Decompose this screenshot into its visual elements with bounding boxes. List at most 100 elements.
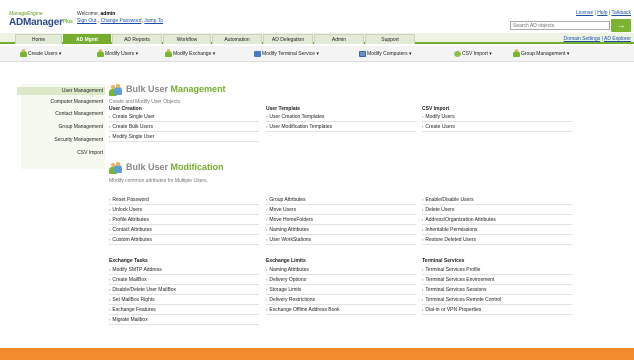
talkback-link[interactable]: Talkback bbox=[612, 10, 631, 16]
tab-automation[interactable]: Automation bbox=[212, 34, 262, 44]
exchange-limits-list: Naming Attributes Delivery Options Stora… bbox=[266, 265, 416, 315]
list-item[interactable]: Dial-in or VPN Properties bbox=[422, 305, 572, 315]
csv-icon bbox=[454, 51, 461, 57]
group-management-menu[interactable]: Group Management ▾ bbox=[513, 49, 569, 57]
tab-ad-reports[interactable]: AD Reports bbox=[112, 34, 162, 44]
list-item[interactable]: Move HomeFolders bbox=[266, 215, 416, 225]
list-item[interactable]: User Creation Templates bbox=[266, 112, 416, 122]
list-item[interactable]: Profile Attributes bbox=[109, 215, 259, 225]
arrow-right-icon: → bbox=[616, 20, 626, 30]
left-nav: User Management Computer Management Cont… bbox=[17, 84, 105, 169]
list-item[interactable]: Exchange Offline Address Book bbox=[266, 305, 416, 315]
tab-support[interactable]: Support bbox=[365, 34, 415, 44]
exchange-icon bbox=[165, 49, 172, 57]
list-item[interactable]: Modify Users bbox=[422, 112, 572, 122]
user-add-icon bbox=[20, 49, 27, 57]
list-item[interactable]: Delivery Options bbox=[266, 275, 416, 285]
list-item[interactable]: Move Users bbox=[266, 205, 416, 215]
list-item[interactable]: Custom Attributes bbox=[109, 235, 259, 245]
csv-import-menu[interactable]: CSV Import ▾ bbox=[454, 51, 492, 57]
list-item[interactable]: Naming Attributes bbox=[266, 225, 416, 235]
domain-settings-link[interactable]: Domain Settings bbox=[564, 36, 601, 42]
list-item[interactable]: Modify SMTP Address bbox=[109, 265, 259, 275]
ad-explorer-link[interactable]: AD Explorer bbox=[604, 36, 631, 42]
modify-exchange-menu[interactable]: Modify Exchange ▾ bbox=[165, 49, 215, 57]
list-item[interactable]: Create Bulk Users bbox=[109, 122, 259, 132]
exchange-tasks-header: Exchange Tasks bbox=[109, 258, 148, 264]
list-item[interactable]: Create MailBox bbox=[109, 275, 259, 285]
section-title: Bulk User Modification bbox=[126, 162, 224, 172]
modification-list-3: Enable/Disable Users Delete Users Addres… bbox=[422, 195, 572, 245]
nav-csv-import[interactable]: CSV Import bbox=[77, 150, 103, 156]
terminal-services-header: Terminal Services bbox=[422, 258, 465, 264]
modification-list-2: Group Attributes Move Users Move HomeFol… bbox=[266, 195, 416, 245]
computer-icon bbox=[359, 51, 366, 57]
csv-import-list: Modify Users Create Users bbox=[422, 112, 572, 132]
list-item[interactable]: Reset Password bbox=[109, 195, 259, 205]
nav-security-management[interactable]: Security Management bbox=[54, 137, 103, 143]
sign-out-link[interactable]: Sign Out bbox=[77, 18, 96, 24]
nav-computer-management[interactable]: Computer Management bbox=[50, 99, 103, 105]
search-input[interactable] bbox=[510, 21, 610, 30]
list-item[interactable]: Terminal Services Environment bbox=[422, 275, 572, 285]
tab-home[interactable]: Home bbox=[15, 34, 62, 44]
change-password-link[interactable]: Change Password bbox=[101, 18, 142, 24]
list-item[interactable]: Migrate Mailbox bbox=[109, 315, 259, 325]
welcome-label: Welcome, bbox=[77, 11, 100, 17]
logo-product: ADManagerPlus bbox=[9, 17, 73, 28]
list-item[interactable]: Create Users bbox=[422, 122, 572, 132]
section-subtitle: Create and Modify User Objects bbox=[109, 99, 181, 105]
list-item[interactable]: Disable/Delete User MailBox bbox=[109, 285, 259, 295]
tab-ad-mgmt[interactable]: AD Mgmt bbox=[63, 34, 111, 44]
terminal-icon bbox=[254, 51, 261, 57]
sub-toolbar: Create Users ▾ Modify Users ▾ Modify Exc… bbox=[0, 46, 634, 62]
nav-user-management[interactable]: User Management bbox=[17, 87, 105, 95]
list-item[interactable]: Group Attributes bbox=[266, 195, 416, 205]
license-link[interactable]: License bbox=[576, 10, 593, 16]
list-item[interactable]: Terminal Services Profile bbox=[422, 265, 572, 275]
list-item[interactable]: Inheritable Permissions bbox=[422, 225, 572, 235]
list-item[interactable]: Delete Users bbox=[422, 205, 572, 215]
list-item[interactable]: Storage Limits bbox=[266, 285, 416, 295]
jump-to-link[interactable]: Jump To bbox=[144, 18, 163, 24]
main-tab-bar: Home AD Mgmt AD Reports Workflow Automat… bbox=[0, 33, 634, 44]
tab-admin[interactable]: Admin bbox=[314, 34, 364, 44]
section-subtitle: Modify common attributes for Multiple Us… bbox=[109, 178, 208, 184]
search-go-button[interactable]: → bbox=[611, 19, 631, 32]
section-title: Bulk User Management bbox=[126, 84, 226, 94]
list-item[interactable]: User Modification Templates bbox=[266, 122, 416, 132]
list-item[interactable]: Address/Organization Attributes bbox=[422, 215, 572, 225]
footer-bar bbox=[0, 348, 634, 360]
list-item[interactable]: User WorkStations bbox=[266, 235, 416, 245]
users-icon bbox=[109, 162, 123, 174]
user-creation-list: Create Single User Create Bulk Users Mod… bbox=[109, 112, 259, 142]
nav-contact-management[interactable]: Contact Management bbox=[55, 111, 103, 117]
list-item[interactable]: Create Single User bbox=[109, 112, 259, 122]
list-item[interactable]: Set MailBox Rights bbox=[109, 295, 259, 305]
header: ManageEngine ADManagerPlus Welcome, admi… bbox=[0, 0, 634, 33]
tab-workflow[interactable]: Workflow bbox=[163, 34, 211, 44]
list-item[interactable]: Contact Attributes bbox=[109, 225, 259, 235]
list-item[interactable]: Delivery Restrictions bbox=[266, 295, 416, 305]
modify-computers-menu[interactable]: Modify Computers ▾ bbox=[359, 51, 411, 57]
list-item[interactable]: Restore Deleted Users bbox=[422, 235, 572, 245]
exchange-limits-header: Exchange Limits bbox=[266, 258, 306, 264]
user-edit-icon bbox=[97, 49, 104, 57]
list-item[interactable]: Exchange Features bbox=[109, 305, 259, 315]
list-item[interactable]: Enable/Disable Users bbox=[422, 195, 572, 205]
nav-group-management[interactable]: Group Management bbox=[59, 124, 103, 130]
app-logo[interactable]: ManageEngine ADManagerPlus bbox=[9, 11, 73, 28]
list-item[interactable]: Unlock Users bbox=[109, 205, 259, 215]
top-links: License | Help | Talkback bbox=[575, 10, 631, 16]
list-item[interactable]: Naming Attributes bbox=[266, 265, 416, 275]
modify-users-menu[interactable]: Modify Users ▾ bbox=[97, 49, 138, 57]
create-users-menu[interactable]: Create Users ▾ bbox=[20, 49, 61, 57]
list-item[interactable]: Modify Single User bbox=[109, 132, 259, 142]
tab-ad-delegation[interactable]: AD Delegation bbox=[263, 34, 313, 44]
bulk-user-management-header: Bulk User Management bbox=[109, 84, 226, 96]
tab-links: Domain Settings | AD Explorer bbox=[563, 36, 631, 42]
help-link[interactable]: Help bbox=[597, 10, 607, 16]
list-item[interactable]: Terminal Services Sessions bbox=[422, 285, 572, 295]
modify-terminal-service-menu[interactable]: Modify Terminal Service ▾ bbox=[254, 51, 319, 57]
list-item[interactable]: Terminal Services Remote Control bbox=[422, 295, 572, 305]
